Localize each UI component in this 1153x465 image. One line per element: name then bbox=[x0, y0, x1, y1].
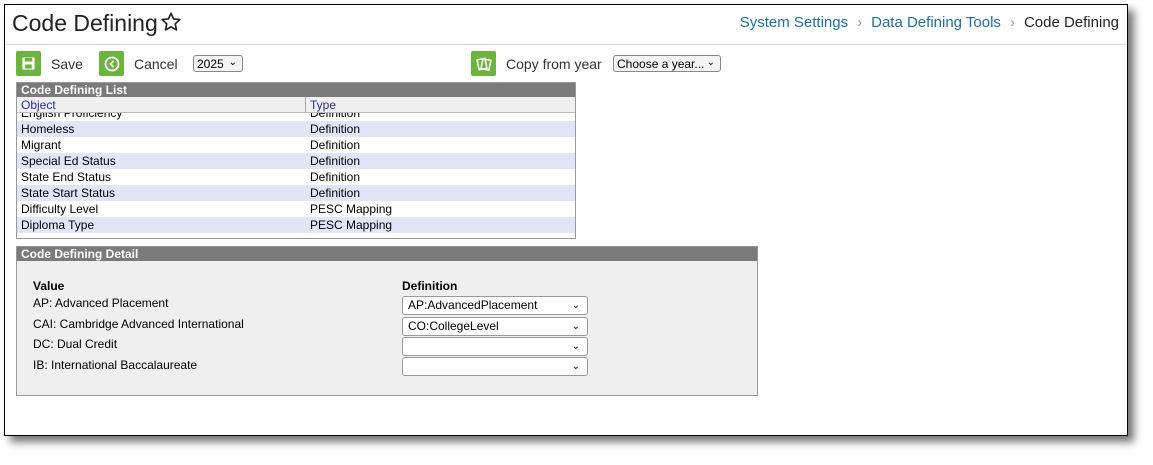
row-type: Definition bbox=[310, 170, 361, 184]
row-type: Definition bbox=[310, 113, 361, 120]
app-window: Code Defining System Settings › Data Def… bbox=[4, 4, 1128, 436]
detail-title: Code Defining Detail bbox=[17, 247, 757, 261]
column-header-value: Value bbox=[33, 279, 65, 293]
list-rows[interactable]: English Proficiency Definition Homeless De… bbox=[17, 113, 575, 237]
row-type: Definition bbox=[310, 154, 361, 168]
list-title: Code Defining List bbox=[17, 83, 575, 97]
cancel-button[interactable]: Cancel bbox=[99, 51, 178, 76]
detail-value: AP: Advanced Placement bbox=[33, 296, 169, 310]
chevron-right-icon: › bbox=[857, 14, 863, 31]
table-row[interactable]: State End Status Definition bbox=[17, 169, 575, 185]
chevron-down-icon: ⌄ bbox=[571, 341, 580, 352]
row-object: State End Status bbox=[21, 170, 112, 184]
row-object: Homeless bbox=[21, 122, 75, 136]
row-type: Definition bbox=[310, 122, 361, 136]
breadcrumb-system-settings[interactable]: System Settings bbox=[740, 13, 848, 33]
code-defining-detail: Code Defining Detail Value Definition AP… bbox=[16, 246, 758, 396]
row-object: Difficulty Level bbox=[21, 202, 99, 216]
definition-select-value: CO:CollegeLevel bbox=[408, 319, 499, 333]
row-object: English Proficiency bbox=[21, 113, 123, 120]
copy-icon bbox=[471, 51, 496, 76]
year-select[interactable]: 2025 ⌄ bbox=[193, 55, 243, 72]
chevron-right-icon: › bbox=[1009, 14, 1015, 31]
breadcrumb-data-defining-tools[interactable]: Data Defining Tools bbox=[871, 13, 1001, 33]
chevron-down-icon: ⌄ bbox=[706, 57, 715, 68]
detail-value: CAI: Cambridge Advanced International bbox=[33, 317, 244, 331]
chevron-down-icon: ⌄ bbox=[228, 57, 237, 68]
table-row[interactable]: Diploma Type PESC Mapping bbox=[17, 217, 575, 233]
chevron-down-icon: ⌄ bbox=[571, 300, 580, 311]
row-type: Definition bbox=[310, 186, 361, 200]
copy-year-select-value: Choose a year... bbox=[617, 56, 705, 71]
copy-from-year-button[interactable]: Copy from year bbox=[471, 51, 602, 76]
cancel-icon bbox=[99, 51, 124, 76]
year-select-value: 2025 bbox=[197, 56, 224, 71]
copy-from-year-label: Copy from year bbox=[506, 55, 602, 72]
detail-value: IB: International Baccalaureate bbox=[33, 358, 198, 372]
detail-body: Value Definition AP: Advanced Placement … bbox=[17, 261, 757, 394]
chevron-down-icon: ⌄ bbox=[571, 321, 580, 332]
column-header-type[interactable]: Type bbox=[310, 98, 336, 112]
table-row[interactable]: English Proficiency Definition bbox=[17, 113, 575, 121]
row-object: Special Ed Status bbox=[21, 154, 116, 168]
column-header-definition: Definition bbox=[402, 279, 458, 293]
row-type: Definition bbox=[310, 138, 361, 152]
save-button[interactable]: Save bbox=[16, 51, 83, 76]
row-object: Diploma Type bbox=[21, 218, 95, 232]
cancel-label: Cancel bbox=[134, 55, 178, 72]
copy-year-select[interactable]: Choose a year... ⌄ bbox=[613, 55, 721, 72]
definition-select-value: AP:AdvancedPlacement bbox=[408, 298, 538, 312]
breadcrumb: System Settings › Data Defining Tools › … bbox=[740, 13, 1119, 33]
page-title: Code Defining bbox=[12, 10, 158, 36]
save-icon bbox=[16, 51, 41, 76]
table-row[interactable]: Difficulty Level PESC Mapping bbox=[17, 201, 575, 217]
detail-value: DC: Dual Credit bbox=[33, 337, 118, 351]
definition-select[interactable]: CO:CollegeLevel ⌄ bbox=[402, 317, 588, 336]
column-divider[interactable] bbox=[305, 97, 306, 112]
page-header: Code Defining System Settings › Data Def… bbox=[5, 5, 1127, 45]
row-type: PESC Mapping bbox=[310, 202, 393, 216]
table-row[interactable]: State Start Status Definition bbox=[17, 185, 575, 201]
chevron-down-icon: ⌄ bbox=[571, 361, 580, 372]
column-header-object[interactable]: Object bbox=[21, 98, 56, 112]
code-defining-list: Code Defining List Object Type English P… bbox=[16, 82, 576, 239]
row-object: Migrant bbox=[21, 138, 62, 152]
table-row[interactable]: Homeless Definition bbox=[17, 121, 575, 137]
definition-select[interactable]: ⌄ bbox=[402, 337, 588, 356]
row-type: PESC Mapping bbox=[310, 218, 393, 232]
breadcrumb-current: Code Defining bbox=[1023, 14, 1119, 31]
definition-select[interactable]: AP:AdvancedPlacement ⌄ bbox=[402, 296, 588, 315]
save-label: Save bbox=[51, 55, 83, 72]
definition-select[interactable]: ⌄ bbox=[402, 357, 588, 376]
table-row[interactable]: Special Ed Status Definition bbox=[17, 153, 575, 169]
star-icon[interactable] bbox=[160, 11, 182, 33]
list-column-headers: Object Type bbox=[17, 97, 575, 113]
row-object: State Start Status bbox=[21, 186, 116, 200]
table-row[interactable]: Migrant Definition bbox=[17, 137, 575, 153]
